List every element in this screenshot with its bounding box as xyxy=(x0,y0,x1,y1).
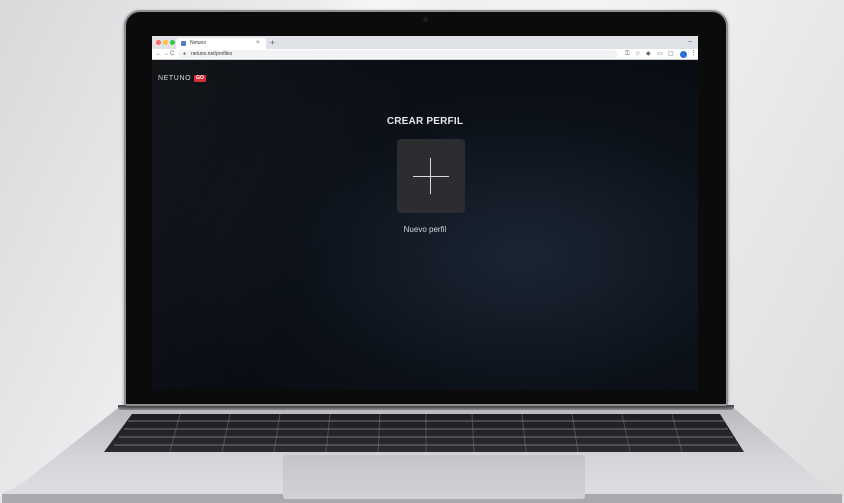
webcam xyxy=(423,17,428,22)
browser-tab-bar: Netuno × + – xyxy=(152,36,698,49)
app-logo[interactable]: NETUNO GO xyxy=(158,73,206,83)
maximize-window-button[interactable] xyxy=(170,40,175,45)
tab-close-icon[interactable]: × xyxy=(256,38,260,49)
extension-icon[interactable]: ◆ xyxy=(646,50,651,58)
screen-reflection xyxy=(152,36,698,390)
address-bar[interactable]: ● netuno.net/profiles xyxy=(178,50,618,58)
star-icon[interactable]: ☆ xyxy=(635,50,640,58)
plus-icon-bar xyxy=(413,176,449,177)
lock-icon: ● xyxy=(183,51,187,57)
reload-icon[interactable]: C xyxy=(170,49,174,59)
key-icon[interactable]: ⚿ xyxy=(625,50,630,58)
back-icon[interactable]: ← xyxy=(156,49,162,59)
logo-badge: GO xyxy=(194,74,206,82)
minimize-window-button[interactable] xyxy=(163,40,168,45)
logo-text: NETUNO xyxy=(158,74,192,82)
menu-icon[interactable]: ⋮ xyxy=(690,49,697,59)
add-profile-button[interactable] xyxy=(397,139,465,213)
tab-title: Netuno xyxy=(190,40,207,46)
browser-toolbar: ← → C ● netuno.net/profiles ⚿ ☆ ◆ ▭ ▢ ⋮ xyxy=(152,49,698,60)
laptop-screen: Netuno × + – ← → C ● netuno.net/profiles… xyxy=(152,36,698,390)
profile-avatar-icon[interactable] xyxy=(680,51,687,58)
laptop-lid: Netuno × + – ← → C ● netuno.net/profiles… xyxy=(124,10,728,406)
new-profile-label[interactable]: Nuevo perfil xyxy=(152,225,698,234)
new-tab-button[interactable]: + xyxy=(270,36,275,49)
trackpad xyxy=(283,455,585,499)
window-menu-icon[interactable]: – xyxy=(688,36,692,48)
url-text: netuno.net/profiles xyxy=(191,51,233,57)
cast-icon[interactable]: ▭ xyxy=(657,50,663,58)
forward-icon[interactable]: → xyxy=(163,49,169,59)
close-window-button[interactable] xyxy=(156,40,161,45)
tab-search-icon[interactable]: ▢ xyxy=(668,50,674,58)
page-title: CREAR PERFIL xyxy=(386,116,464,127)
browser-tab[interactable]: Netuno × xyxy=(176,38,266,49)
favicon-icon xyxy=(181,41,186,46)
